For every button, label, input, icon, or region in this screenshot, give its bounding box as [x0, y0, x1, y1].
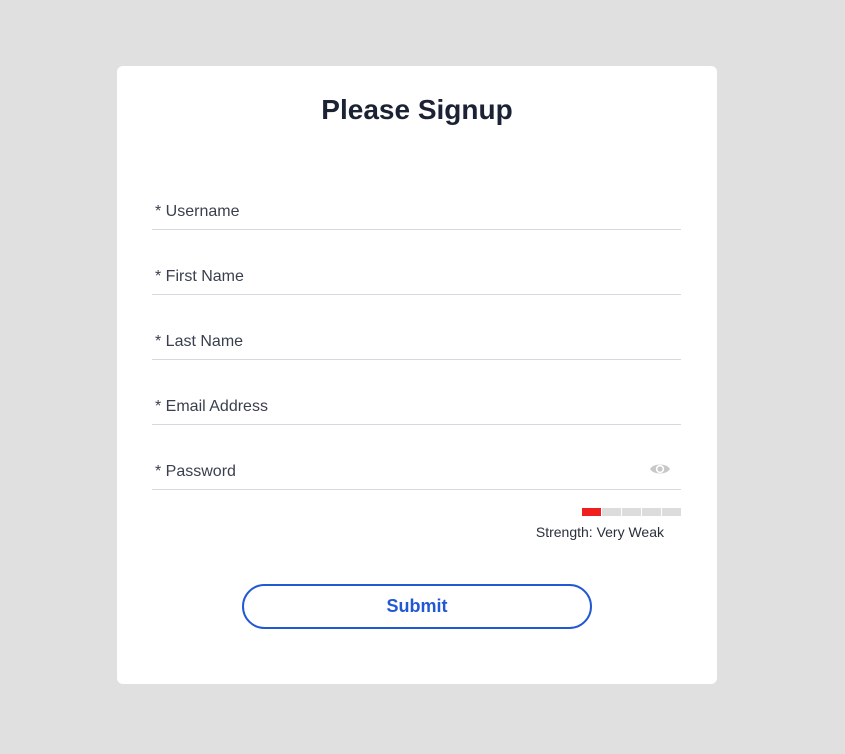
password-field-container	[152, 454, 681, 490]
eye-icon[interactable]	[649, 461, 671, 477]
strength-segment	[622, 508, 641, 516]
first-name-field-container	[152, 259, 681, 295]
password-strength-label: Strength: Very Weak	[535, 524, 664, 540]
last-name-field-container	[152, 324, 681, 360]
first-name-input[interactable]	[152, 259, 681, 294]
strength-segment	[642, 508, 661, 516]
signup-card: Please Signup Strength: Very Weak Submit	[117, 66, 717, 684]
submit-button[interactable]: Submit	[242, 584, 592, 629]
username-field-container	[152, 194, 681, 230]
username-input[interactable]	[152, 194, 681, 229]
email-field-container	[152, 389, 681, 425]
password-strength-meter	[582, 508, 681, 516]
password-input[interactable]	[152, 454, 681, 489]
strength-segment	[602, 508, 621, 516]
strength-segment	[582, 508, 601, 516]
page-title: Please Signup	[321, 94, 513, 125]
strength-segment	[662, 508, 681, 516]
email-input[interactable]	[152, 389, 681, 424]
last-name-input[interactable]	[152, 324, 681, 359]
